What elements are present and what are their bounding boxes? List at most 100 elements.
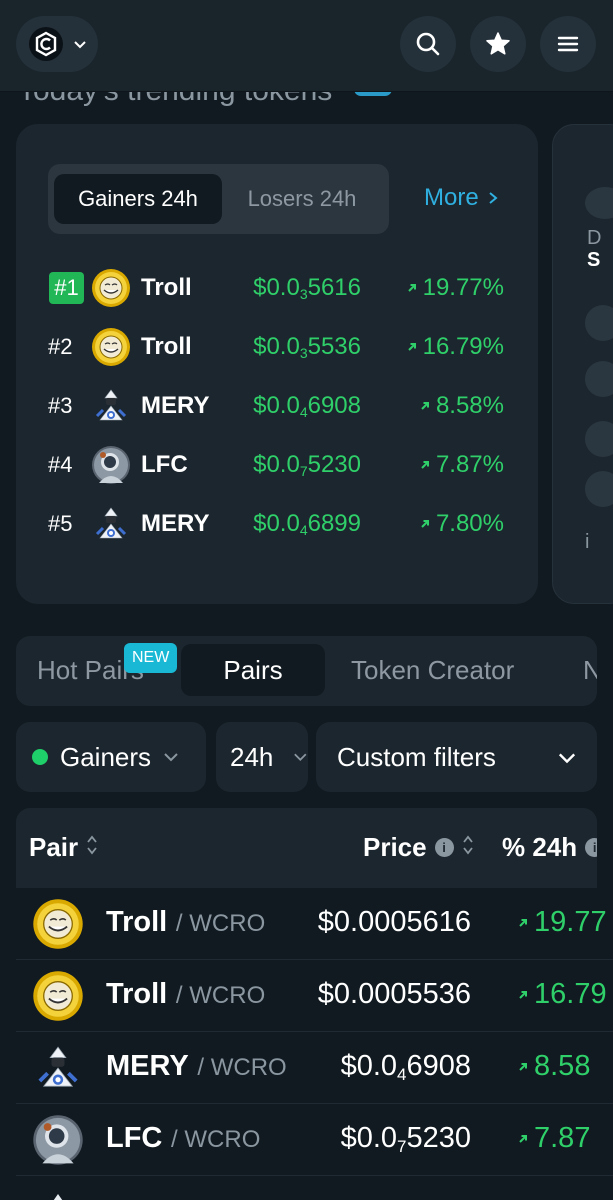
period-filter-label: 24h: [230, 741, 274, 772]
token-price: $0.035536: [253, 333, 361, 361]
more-label: More: [424, 184, 479, 211]
token-change-value: 7.80%: [435, 510, 504, 537]
new-badge: NEW: [124, 643, 178, 673]
token-name: LFC: [141, 451, 188, 478]
token-change-value: 19.77%: [422, 274, 504, 301]
pair-price: $0.0005616: [317, 906, 471, 938]
quote-token: / WCRO: [169, 910, 266, 937]
cronos-logo-icon: [29, 27, 63, 61]
pair-name[interactable]: LFC / WCRO: [106, 1122, 260, 1155]
quote-token-label: WCRO: [210, 1054, 287, 1081]
pair-change: 16.79: [518, 978, 607, 1011]
token-change: 7.87%: [420, 451, 504, 479]
token-price: $0.035616: [253, 274, 361, 302]
token-change: 16.79%: [407, 333, 504, 361]
token-price: $0.075230: [253, 451, 361, 479]
pair-change: 8.58: [518, 1050, 590, 1083]
token-price: $0.046899: [253, 510, 361, 538]
troll-coin-icon: [92, 269, 130, 307]
network-selector[interactable]: [16, 16, 98, 72]
arrow-up-right-icon: [519, 990, 527, 999]
favorites-button[interactable]: [470, 16, 526, 72]
pair-name[interactable]: Troll / WCRO: [106, 978, 265, 1011]
custom-filters-label: Custom filters: [337, 741, 496, 772]
pair-change: 19.77: [518, 906, 607, 939]
table-row[interactable]: MERY / WCRO $0.046908 8.58: [16, 1032, 613, 1104]
table-row[interactable]: Troll / WCRO $0.0005536 16.79: [16, 960, 613, 1032]
token-name: MERY: [141, 392, 210, 419]
token-change: 19.77%: [407, 274, 504, 302]
search-button[interactable]: [400, 16, 456, 72]
trending-row[interactable]: #1 Troll $0.035616 19.77%: [48, 266, 508, 310]
pair-change: 7.87: [518, 1122, 590, 1155]
custom-filters-button[interactable]: Custom filters: [316, 722, 597, 792]
token-avatar: [91, 504, 131, 544]
sort-icon: [462, 832, 474, 863]
info-icon[interactable]: i: [585, 838, 597, 857]
trending-row[interactable]: #4 LFC $0.075230 7.87%: [48, 443, 508, 487]
token-name: Troll: [141, 274, 192, 301]
trending-row[interactable]: #2 Troll $0.035536 16.79%: [48, 325, 508, 369]
troll-coin-icon: [33, 971, 83, 1021]
star-icon: [486, 32, 510, 55]
rank-label: #3: [48, 393, 73, 418]
pair-change-value: 7.87: [534, 1122, 591, 1154]
change-column-header[interactable]: % 24h i: [502, 832, 597, 863]
tab-pairs[interactable]: Pairs: [181, 644, 325, 696]
period-filter[interactable]: 24h: [216, 722, 308, 792]
search-icon: [416, 32, 440, 56]
change-header-label: % 24h: [502, 832, 578, 862]
info-icon[interactable]: i: [434, 838, 454, 857]
gainers-filter-label: Gainers: [60, 741, 152, 772]
pair-price: $0.046908: [340, 1050, 471, 1084]
token-change-value: 8.58%: [435, 392, 504, 419]
token-avatar: [91, 327, 131, 367]
table-row-peek[interactable]: [16, 1176, 613, 1200]
pair-name[interactable]: Troll / WCRO: [106, 906, 265, 939]
troll-coin-icon: [33, 899, 83, 949]
status-dot: [32, 749, 48, 765]
menu-button[interactable]: [540, 16, 596, 72]
pair-name[interactable]: MERY / WCRO: [106, 1050, 287, 1083]
chevron-down-icon: [74, 41, 86, 49]
arrow-up-right-icon: [407, 284, 416, 292]
price-column-header[interactable]: Price i: [363, 832, 474, 863]
table-row[interactable]: Troll / WCRO $0.0005616 19.77: [16, 888, 613, 960]
tab-more-peek[interactable]: N: [583, 644, 597, 696]
troll-coin-icon: [92, 328, 130, 366]
tab-losers-24h[interactable]: Losers 24h: [222, 174, 382, 224]
arrow-up-right-icon: [519, 1134, 527, 1143]
mery-token-icon: [95, 389, 127, 421]
lfc-astronaut-icon: [92, 446, 130, 484]
mery-token-icon: [95, 507, 127, 539]
sort-icon: [86, 832, 98, 863]
gainers-filter[interactable]: Gainers: [16, 722, 206, 792]
tab-token-creator[interactable]: Token Creator: [351, 644, 514, 696]
pair-change-value: 8.58: [534, 1050, 591, 1082]
mery-token-icon: [38, 1046, 78, 1087]
rank-label: #4: [48, 452, 73, 477]
base-token: Troll: [106, 906, 168, 938]
quote-token: / WCRO: [190, 1054, 287, 1081]
next-card-peek[interactable]: D S i: [552, 124, 613, 604]
table-row[interactable]: LFC / WCRO $0.075230 7.87: [16, 1104, 613, 1176]
trending-row[interactable]: #5 MERY $0.046899 7.80%: [48, 502, 508, 546]
pair-header-label: Pair: [29, 832, 79, 862]
quote-token: / WCRO: [164, 1126, 261, 1153]
pairs-table-header: Pair Price i % 24h i: [16, 808, 597, 888]
category-tabs: Hot Pairs Pairs Token Creator N: [16, 636, 597, 706]
base-token: MERY: [106, 1050, 189, 1082]
token-change-value: 16.79%: [422, 333, 504, 360]
arrow-up-right-icon: [519, 918, 527, 927]
rank-label: #1: [49, 272, 84, 304]
pair-avatar: [32, 1042, 84, 1094]
tab-gainers-24h[interactable]: Gainers 24h: [54, 174, 222, 224]
arrow-up-right-icon: [421, 461, 429, 469]
trending-row[interactable]: #3 MERY $0.046908 8.58%: [48, 384, 508, 428]
more-link[interactable]: More: [424, 184, 499, 212]
pair-column-header[interactable]: Pair: [29, 832, 98, 863]
rank-label: #2: [48, 334, 73, 359]
base-token: LFC: [106, 1122, 163, 1154]
token-change: 7.80%: [420, 510, 504, 538]
base-token: Troll: [106, 978, 168, 1010]
